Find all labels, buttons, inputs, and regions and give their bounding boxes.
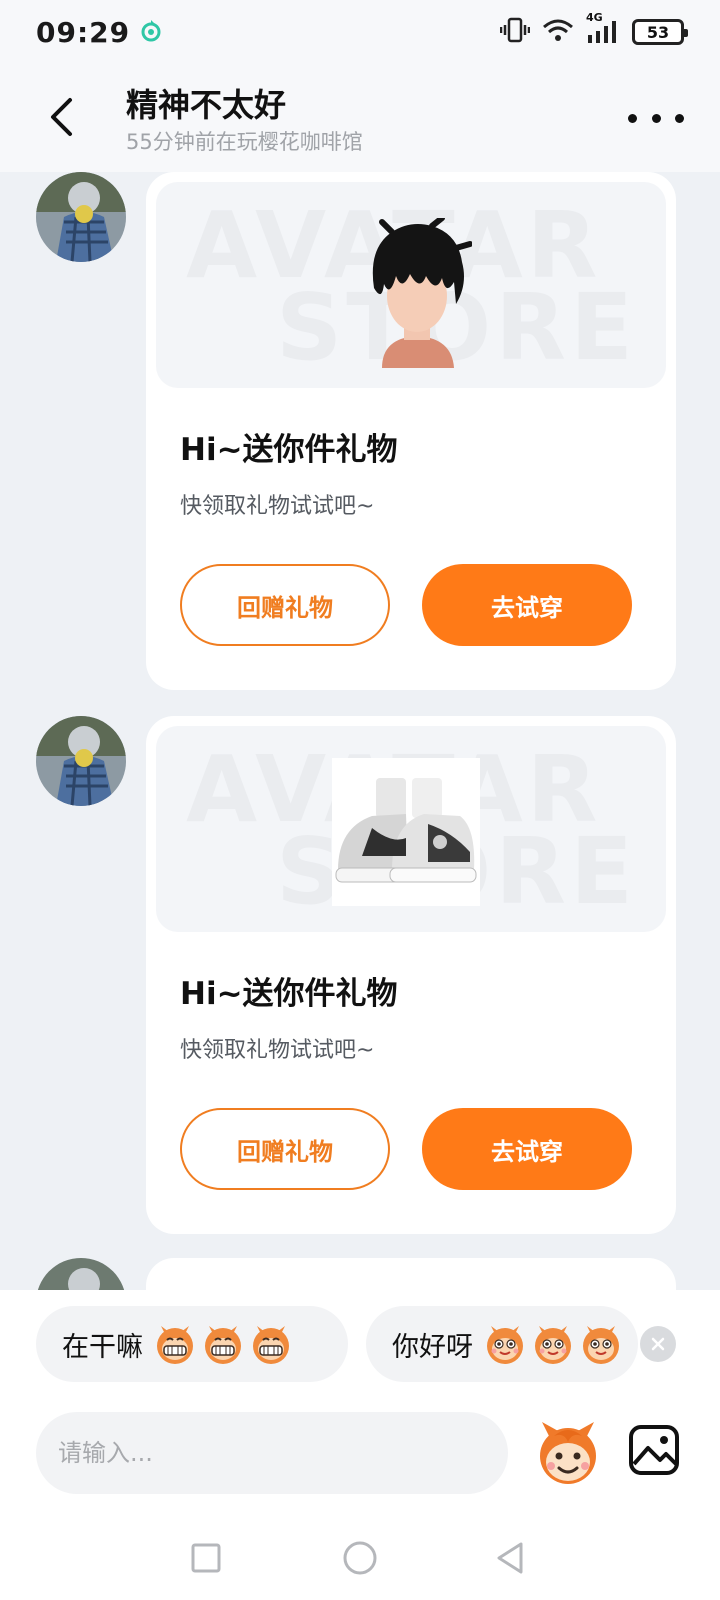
gift-title: Hi~送你件礼物 bbox=[180, 976, 398, 1012]
back-nav-button[interactable] bbox=[486, 1534, 534, 1582]
message-input[interactable] bbox=[58, 1439, 508, 1467]
quick-reply-row[interactable]: 在干嘛 你好呀 bbox=[0, 1306, 720, 1386]
sender-avatar[interactable] bbox=[36, 172, 126, 262]
home-button[interactable] bbox=[336, 1534, 384, 1582]
more-options-button[interactable] bbox=[628, 100, 684, 136]
return-gift-button[interactable]: 回赠礼物 bbox=[180, 564, 390, 646]
gift-subtitle: 快领取礼物试试吧~ bbox=[180, 1038, 375, 1063]
contact-status: 55分钟前在玩樱花咖啡馆 bbox=[126, 130, 363, 154]
more-dot-icon bbox=[651, 113, 661, 123]
triangle-back-icon bbox=[497, 1542, 523, 1574]
smile-monkey-icon bbox=[583, 1326, 619, 1364]
sender-avatar[interactable] bbox=[36, 1258, 126, 1292]
sneaker-thumbnail bbox=[332, 758, 480, 906]
cellular-signal-icon: 4G bbox=[586, 11, 620, 45]
battery-indicator: 53 bbox=[632, 19, 688, 45]
contact-name: 精神不太好 bbox=[126, 86, 287, 124]
close-quick-replies-button[interactable] bbox=[640, 1326, 676, 1362]
gift-preview: AVATAR STORE bbox=[156, 726, 666, 932]
chat-header: 精神不太好 55分钟前在玩樱花咖啡馆 bbox=[0, 64, 720, 172]
gift-preview: AVATAR STORE bbox=[156, 182, 666, 388]
quick-reply-chip[interactable]: 你好呀 bbox=[366, 1306, 638, 1382]
smile-monkey-icon bbox=[487, 1326, 523, 1364]
gift-card[interactable]: AVATAR STORE Hi~送你件礼物 快领取礼物试试吧~ 回赠礼物 去试穿 bbox=[146, 172, 676, 690]
grin-monkey-icon bbox=[253, 1326, 289, 1364]
circle-icon bbox=[343, 1541, 377, 1575]
monkey-emoji-icon bbox=[540, 1422, 596, 1484]
message-input-box[interactable] bbox=[36, 1412, 508, 1494]
quick-reply-chip[interactable]: 在干嘛 bbox=[36, 1306, 348, 1382]
gift-card[interactable]: AVATAR STORE Hi~送你件礼物 bbox=[146, 716, 676, 1234]
return-gift-button[interactable]: 回赠礼物 bbox=[180, 1108, 390, 1190]
quick-reply-text: 你好呀 bbox=[392, 1331, 473, 1363]
emoji-button[interactable] bbox=[532, 1416, 604, 1488]
image-icon bbox=[629, 1425, 679, 1475]
square-icon bbox=[191, 1543, 221, 1573]
network-type: 4G bbox=[586, 11, 603, 24]
grin-monkey-icon bbox=[157, 1326, 193, 1364]
app-notification-icon bbox=[140, 17, 162, 47]
gift-subtitle: 快领取礼物试试吧~ bbox=[180, 494, 375, 519]
smile-monkey-icon bbox=[535, 1326, 571, 1364]
sender-avatar[interactable] bbox=[36, 716, 126, 806]
chevron-left-icon bbox=[51, 98, 72, 136]
status-right: 4G 53 bbox=[499, 11, 688, 47]
message-list[interactable]: AVATAR STORE Hi~送你件礼物 快领取礼物试试吧~ 回赠礼物 去试穿 bbox=[0, 172, 720, 1292]
back-button[interactable] bbox=[38, 92, 84, 142]
close-icon bbox=[651, 1337, 665, 1351]
image-picker-button[interactable] bbox=[626, 1422, 682, 1478]
more-dot-icon bbox=[675, 113, 684, 123]
wifi-icon bbox=[542, 17, 574, 47]
recent-apps-button[interactable] bbox=[182, 1534, 230, 1582]
quick-reply-text: 在干嘛 bbox=[62, 1331, 143, 1363]
try-on-button[interactable]: 去试穿 bbox=[422, 1108, 632, 1190]
gift-title: Hi~送你件礼物 bbox=[180, 432, 398, 468]
gift-card[interactable] bbox=[146, 1258, 676, 1292]
system-nav-bar bbox=[0, 1520, 720, 1600]
hair-item-icon bbox=[372, 218, 472, 368]
more-dot-icon bbox=[628, 113, 637, 123]
try-on-button[interactable]: 去试穿 bbox=[422, 564, 632, 646]
status-time: 09:29 bbox=[36, 15, 131, 49]
status-left: 09:29 bbox=[36, 16, 162, 49]
status-bar: 09:29 4G 53 bbox=[0, 0, 720, 64]
sneaker-item-icon bbox=[335, 778, 477, 883]
vibrate-icon bbox=[499, 17, 531, 47]
grin-monkey-icon bbox=[205, 1326, 241, 1364]
